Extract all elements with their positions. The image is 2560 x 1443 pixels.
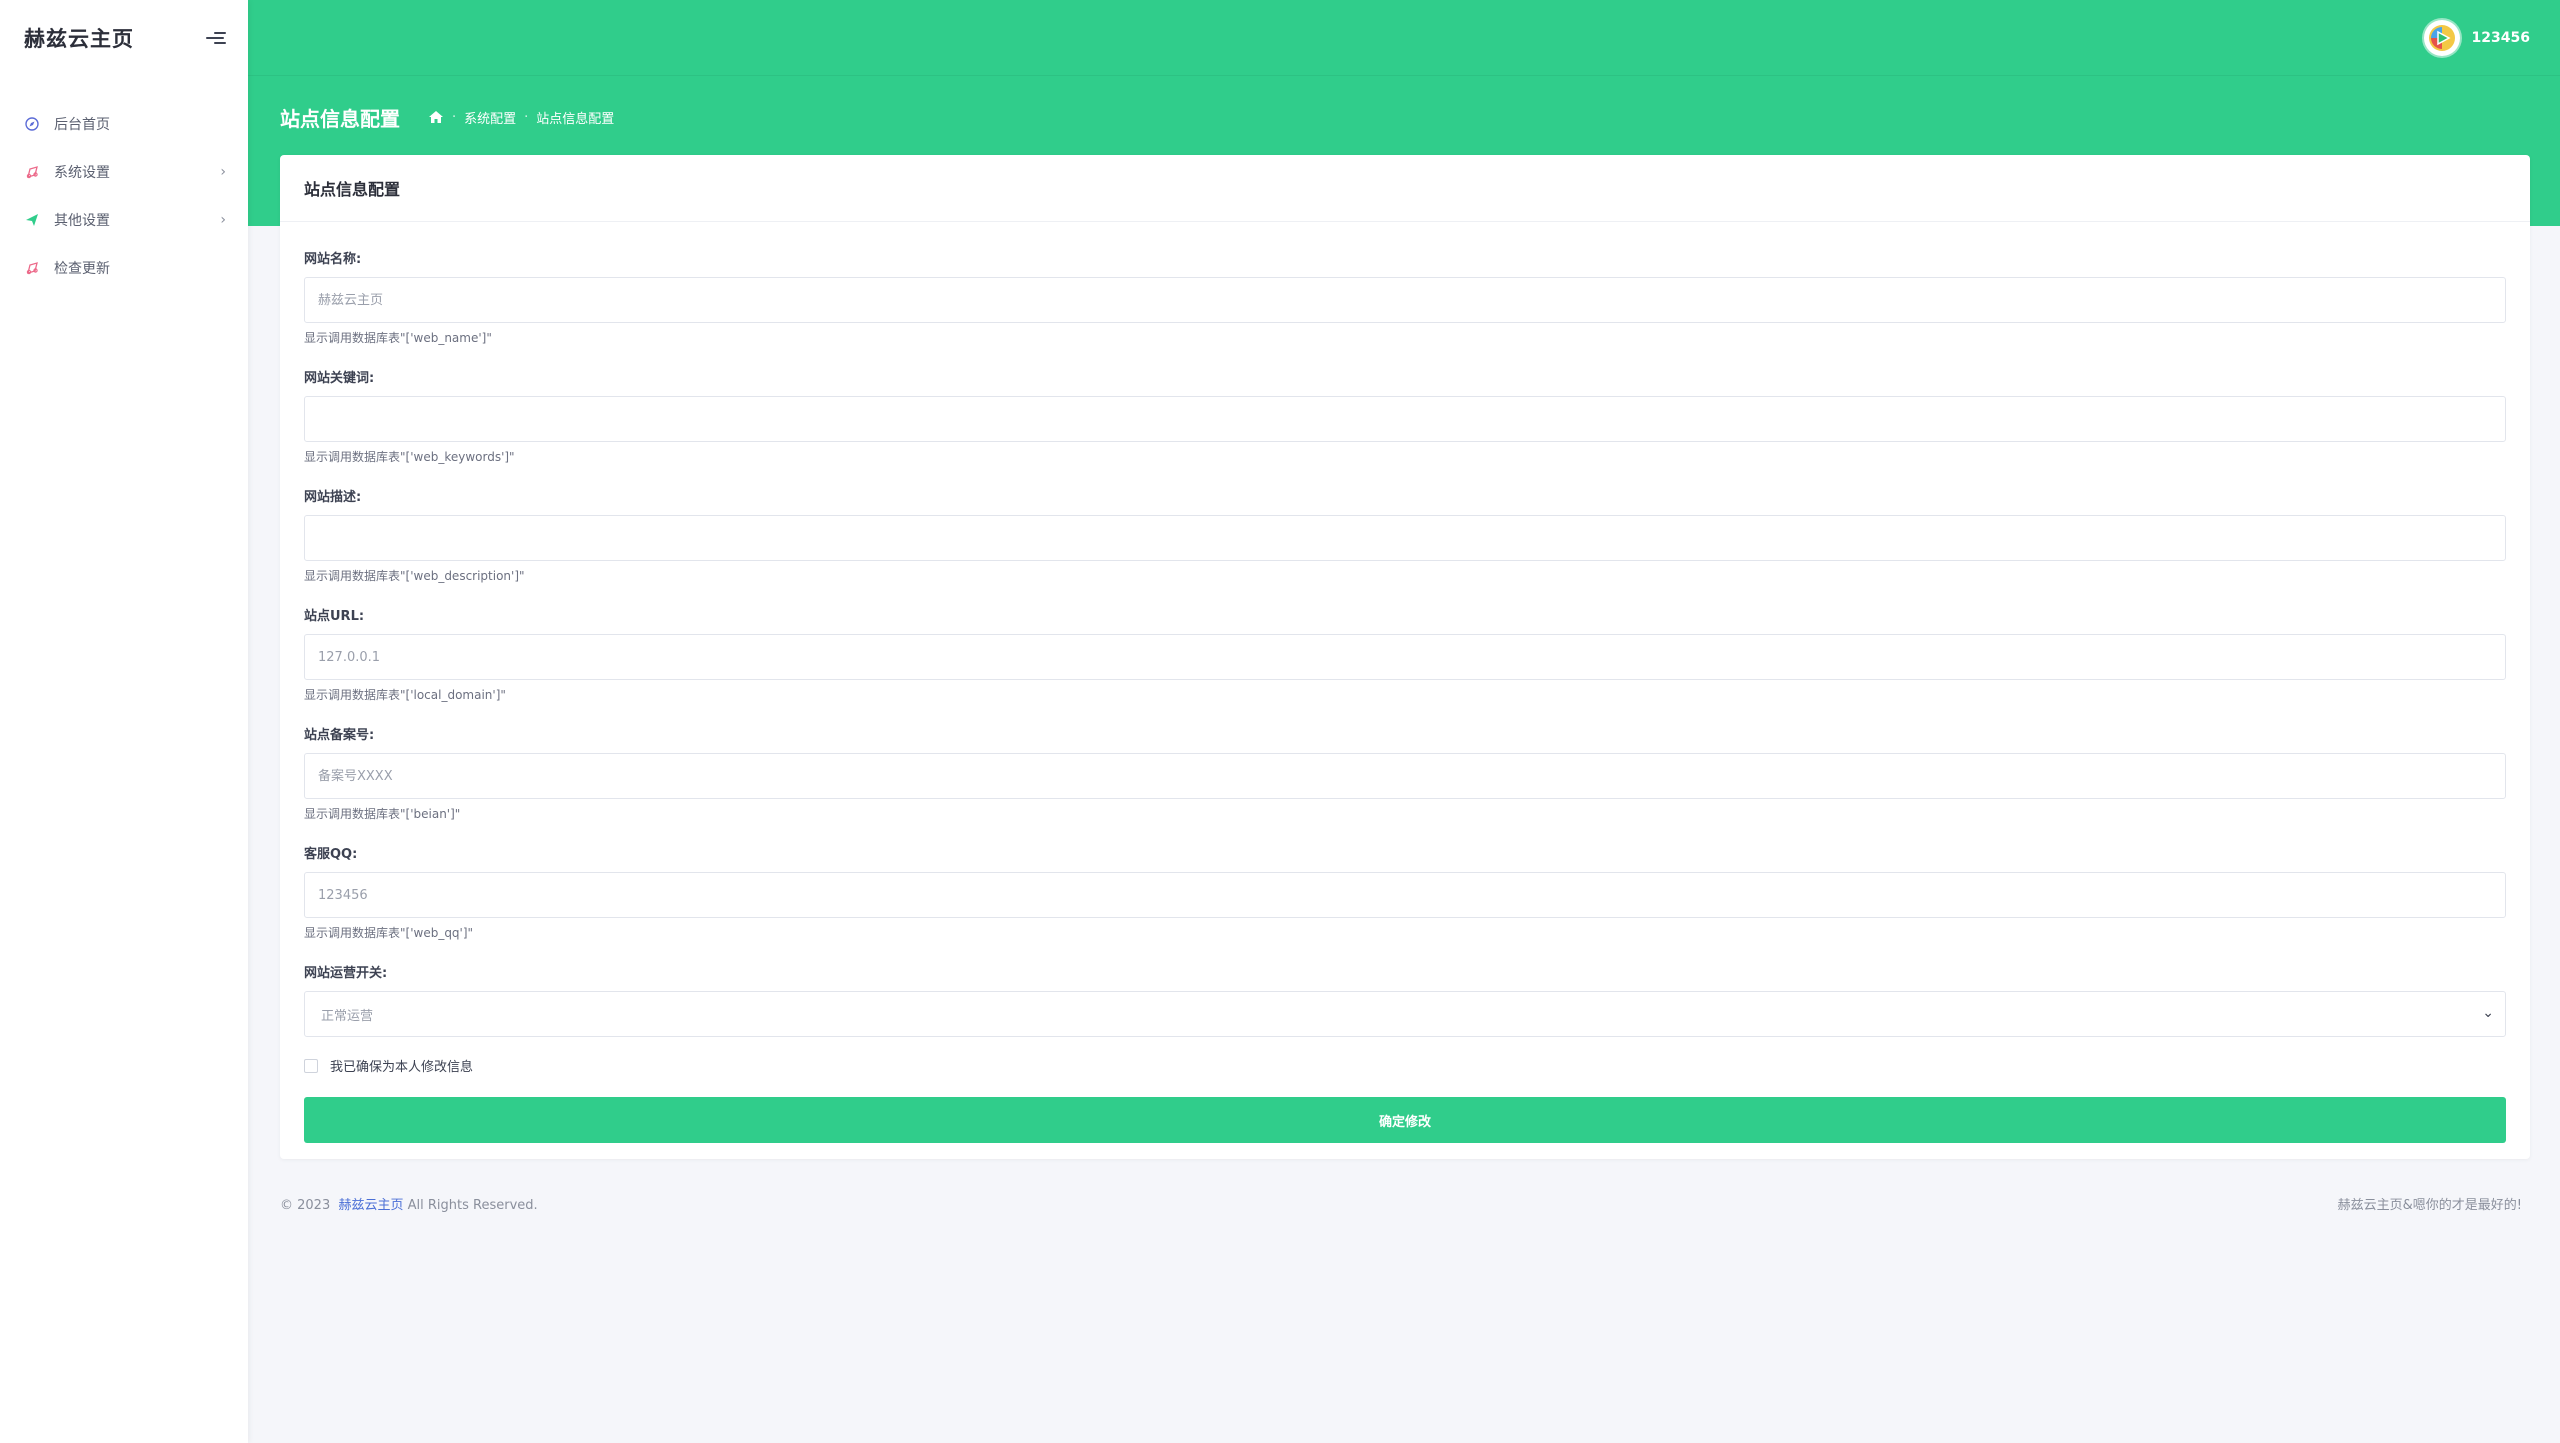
field-label: 网站描述: <box>304 490 362 505</box>
rights-text: All Rights Reserved. <box>407 1198 538 1213</box>
chevron-right-icon: › <box>220 212 226 228</box>
copyright-prefix: © 2023 <box>280 1198 331 1213</box>
beian-input[interactable] <box>304 753 2506 799</box>
field-beian: 站点备案号: 显示调用数据库表"['beian']" <box>304 724 2506 822</box>
sidebar-item-label: 其他设置 <box>54 213 110 229</box>
submit-button[interactable]: 确定修改 <box>304 1097 2506 1143</box>
field-help: 显示调用数据库表"['local_domain']" <box>304 688 506 702</box>
field-help: 显示调用数据库表"['web_keywords']" <box>304 450 515 464</box>
field-label: 网站运营开关: <box>304 966 388 981</box>
field-label: 网站关键词: <box>304 371 375 386</box>
field-help: 显示调用数据库表"['beian']" <box>304 807 461 821</box>
update-icon <box>24 260 40 276</box>
field-label: 网站名称: <box>304 252 362 267</box>
username: 123456 <box>2471 29 2530 46</box>
field-web-qq: 客服QQ: 显示调用数据库表"['web_qq']" <box>304 843 2506 941</box>
send-icon <box>24 212 40 228</box>
field-help: 显示调用数据库表"['web_description']" <box>304 569 525 583</box>
confirm-row[interactable]: 我已确保为本人修改信息 <box>304 1056 2506 1075</box>
site-switch-select[interactable]: 正常运营 ⌄ <box>304 991 2506 1037</box>
sidebar-brand: 赫兹云主页 <box>0 0 248 76</box>
dashboard-icon <box>24 116 40 132</box>
field-web-description: 网站描述: 显示调用数据库表"['web_description']" <box>304 486 2506 584</box>
play-logo-icon <box>2428 24 2455 51</box>
footer-site-link[interactable]: 赫兹云主页 <box>338 1198 403 1213</box>
footer: © 2023 赫兹云主页 All Rights Reserved. 赫兹云主页&… <box>280 1194 2522 1213</box>
field-label: 站点URL: <box>304 609 365 624</box>
chevron-right-icon: › <box>220 164 226 180</box>
user-menu[interactable]: 123456 <box>2423 19 2530 56</box>
sidebar-item-other-settings[interactable]: 其他设置 › <box>0 196 248 244</box>
select-value[interactable]: 正常运营 <box>304 991 2506 1037</box>
breadcrumb-separator: · <box>524 109 529 125</box>
menu-toggle-icon[interactable] <box>206 30 226 46</box>
sidebar-item-dashboard[interactable]: 后台首页 <box>0 100 248 148</box>
page-heading: 站点信息配置 · 系统配置 · 站点信息配置 <box>280 100 614 134</box>
field-site-switch: 网站运营开关: 正常运营 ⌄ <box>304 962 2506 1037</box>
web-description-input[interactable] <box>304 515 2506 561</box>
breadcrumb-item-system-config[interactable]: 系统配置 <box>464 108 516 127</box>
sidebar-item-label: 后台首页 <box>54 117 110 133</box>
field-site-url: 站点URL: 显示调用数据库表"['local_domain']" <box>304 605 2506 703</box>
card-title: 站点信息配置 <box>304 180 401 199</box>
field-web-keywords: 网站关键词: 显示调用数据库表"['web_keywords']" <box>304 367 2506 465</box>
sidebar-menu: 后台首页 系统设置 › 其他设置 › 检查更新 <box>0 100 248 292</box>
top-header: 123456 <box>248 0 2560 76</box>
sidebar-item-label: 检查更新 <box>54 261 110 277</box>
web-keywords-input[interactable] <box>304 396 2506 442</box>
sidebar-item-label: 系统设置 <box>54 165 110 181</box>
sidebar: 赫兹云主页 后台首页 系统设置 › 其他设置 › 检查更新 <box>0 0 248 1443</box>
site-config-card: 站点信息配置 网站名称: 显示调用数据库表"['web_name']" 网站关键… <box>280 155 2530 1159</box>
confirm-label: 我已确保为本人修改信息 <box>330 1060 474 1075</box>
qq-input[interactable] <box>304 872 2506 918</box>
card-header: 站点信息配置 <box>280 155 2530 222</box>
field-help: 显示调用数据库表"['web_name']" <box>304 331 492 345</box>
avatar[interactable] <box>2423 19 2460 56</box>
field-label: 客服QQ: <box>304 847 358 862</box>
page-title: 站点信息配置 <box>280 106 400 131</box>
sidebar-item-check-update[interactable]: 检查更新 <box>0 244 248 292</box>
field-web-name: 网站名称: 显示调用数据库表"['web_name']" <box>304 248 2506 346</box>
footer-copyright: © 2023 赫兹云主页 All Rights Reserved. <box>280 1194 538 1213</box>
confirm-checkbox[interactable] <box>304 1058 318 1073</box>
breadcrumb-separator: · <box>452 109 457 125</box>
home-icon[interactable] <box>428 109 444 125</box>
settings-icon <box>24 164 40 180</box>
brand-title: 赫兹云主页 <box>24 27 134 51</box>
chevron-down-icon: ⌄ <box>2482 1005 2494 1021</box>
web-name-input[interactable] <box>304 277 2506 323</box>
breadcrumb: · 系统配置 · 站点信息配置 <box>428 108 614 127</box>
site-config-form: 网站名称: 显示调用数据库表"['web_name']" 网站关键词: 显示调用… <box>280 222 2530 1143</box>
field-help: 显示调用数据库表"['web_qq']" <box>304 926 474 940</box>
sidebar-item-system-settings[interactable]: 系统设置 › <box>0 148 248 196</box>
site-url-input[interactable] <box>304 634 2506 680</box>
footer-right-text: 赫兹云主页&嗯你的才是最好的! <box>2337 1198 2522 1213</box>
breadcrumb-item-current: 站点信息配置 <box>536 111 615 127</box>
field-label: 站点备案号: <box>304 728 375 743</box>
